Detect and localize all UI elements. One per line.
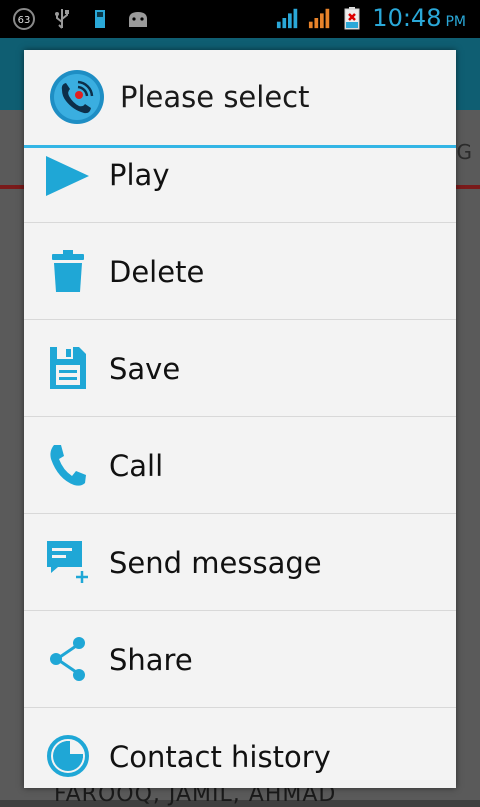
status-bar: 63 10:48 PM <box>0 0 480 38</box>
battery-charging-icon <box>340 7 364 30</box>
menu-item-label: Save <box>109 352 181 386</box>
clock-time: 10:48 <box>372 4 442 32</box>
sd-card-icon <box>88 8 112 30</box>
menu-item-contact-history[interactable]: Contact history <box>24 708 456 788</box>
background-tab-indicator-left <box>0 185 24 189</box>
share-icon <box>44 635 92 683</box>
usb-icon <box>50 8 74 30</box>
play-icon <box>44 152 92 200</box>
options-menu: Play Delete Save Call Send message Share… <box>24 148 456 788</box>
trash-icon <box>44 247 92 295</box>
select-dialog: Please select Play Delete Save Call Send… <box>24 50 456 788</box>
menu-item-share[interactable]: Share <box>24 611 456 708</box>
phone-icon <box>44 441 92 489</box>
battery-63-icon: 63 <box>12 8 36 30</box>
clock: 10:48 PM <box>372 4 466 32</box>
menu-item-label: Share <box>109 643 193 677</box>
background-tab-indicator-right <box>456 185 480 189</box>
menu-item-save[interactable]: Save <box>24 320 456 417</box>
menu-item-delete[interactable]: Delete <box>24 223 456 320</box>
clock-ampm: PM <box>445 14 466 30</box>
signal-orange-icon <box>308 7 332 29</box>
dialog-header: Please select <box>24 50 456 146</box>
menu-item-call[interactable]: Call <box>24 417 456 514</box>
dialog-title: Please select <box>120 80 310 114</box>
menu-item-send-message[interactable]: Send message <box>24 514 456 611</box>
menu-item-label: Call <box>109 449 164 483</box>
menu-item-label: Contact history <box>109 740 331 774</box>
history-chart-icon <box>44 732 92 780</box>
menu-item-label: Delete <box>109 255 205 289</box>
signal-blue-icon <box>276 7 300 29</box>
new-message-icon <box>44 538 94 586</box>
android-debug-icon <box>126 8 150 30</box>
menu-item-label: Play <box>109 158 170 192</box>
floppy-disk-icon <box>44 344 92 392</box>
menu-item-label: Send message <box>109 546 322 580</box>
background-tab-label: G <box>456 140 473 164</box>
svg-text:63: 63 <box>18 15 31 26</box>
call-recorder-logo-icon <box>48 68 106 126</box>
menu-item-play[interactable]: Play <box>24 148 456 223</box>
